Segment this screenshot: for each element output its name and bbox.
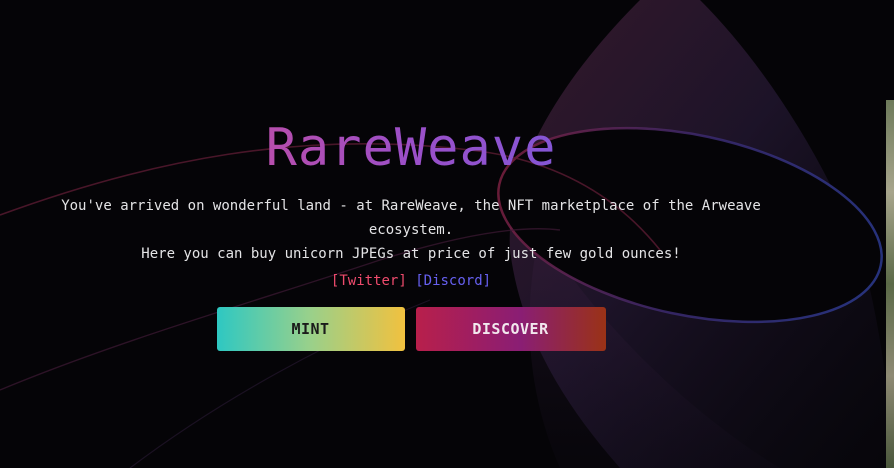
social-links: [Twitter] [Discord] bbox=[0, 269, 822, 293]
description-line-1: You've arrived on wonderful land - at Ra… bbox=[61, 198, 761, 238]
hero-section: RareWeave You've arrived on wonderful la… bbox=[0, 112, 822, 351]
description-line-2: Here you can buy unicorn JPEGs at price … bbox=[141, 246, 681, 262]
discord-link[interactable]: [Discord] bbox=[415, 273, 491, 289]
twitter-link[interactable]: [Twitter] bbox=[331, 273, 407, 289]
side-image-edge bbox=[886, 100, 894, 468]
brand-title: RareWeave bbox=[0, 112, 822, 184]
mint-button[interactable]: MINT bbox=[216, 307, 405, 351]
discover-button[interactable]: DISCOVER bbox=[415, 307, 606, 351]
action-buttons: MINT DISCOVER bbox=[0, 307, 822, 351]
hero-description: You've arrived on wonderful land - at Ra… bbox=[26, 194, 796, 266]
